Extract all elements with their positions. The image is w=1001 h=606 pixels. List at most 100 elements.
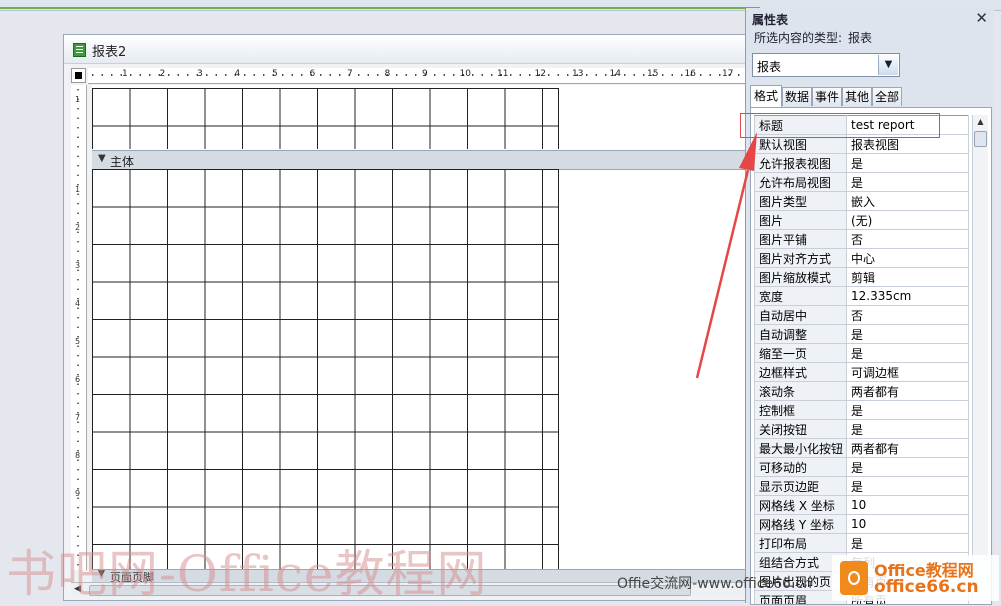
property-value[interactable]: 中心 <box>846 248 969 268</box>
property-name[interactable]: 网格线 X 坐标 <box>754 495 847 515</box>
property-row[interactable]: 图片平铺否 <box>754 229 969 249</box>
property-row[interactable]: 自动居中否 <box>754 305 969 325</box>
section-bar-detail[interactable]: ▼ 主体 <box>92 150 764 170</box>
property-row[interactable]: 打印布局是 <box>754 533 969 553</box>
tab-data[interactable]: 数据 <box>782 87 812 106</box>
ruler-number: 3 <box>197 69 203 79</box>
property-value[interactable]: 是 <box>846 324 969 344</box>
property-sheet: 属性表 ✕ 所选内容的类型: 报表 报表 ▼ 格式 数据 事件 其他 全部 标题 t… <box>745 8 994 605</box>
property-name[interactable]: 边框样式 <box>754 362 847 382</box>
property-name[interactable]: 宽度 <box>754 286 847 306</box>
property-name[interactable]: 允许报表视图 <box>754 153 847 173</box>
property-name[interactable]: 可移动的 <box>754 457 847 477</box>
property-value[interactable]: 10 <box>846 495 969 515</box>
design-canvas[interactable]: ▼ 主体 <box>92 85 764 570</box>
property-row[interactable]: 滚动条 两者都有 <box>754 381 969 401</box>
property-name[interactable]: 滚动条 <box>754 381 847 401</box>
property-name[interactable]: 自动居中 <box>754 305 847 325</box>
vertical-ruler[interactable]: 1 1 2 3 4 5 6 7 8 9 <box>71 85 87 570</box>
property-row[interactable]: 网格线 Y 坐标 10 <box>754 514 969 534</box>
property-name[interactable]: 图片类型 <box>754 191 847 211</box>
property-value[interactable]: 剪辑 <box>846 267 969 287</box>
property-row[interactable]: 网格线 X 坐标 10 <box>754 495 969 515</box>
property-row[interactable]: 最大最小化按钮 两者都有 <box>754 438 969 458</box>
property-name[interactable]: 打印布局 <box>754 533 847 553</box>
chevron-down-icon[interactable]: ▼ <box>878 55 898 75</box>
office-logo-icon <box>840 561 868 595</box>
property-value[interactable]: 10 <box>846 514 969 534</box>
page-header-grid[interactable] <box>92 88 559 149</box>
property-name[interactable]: 图片缩放模式 <box>754 267 847 287</box>
property-name[interactable]: 图片 <box>754 210 847 230</box>
property-value[interactable]: 否 <box>846 305 969 325</box>
ruler-number: 16 <box>684 69 696 79</box>
report-design-window[interactable]: 报表2 1 2 3 4 5 6 7 8 9 10 11 12 13 14 15 16 17 1123456789… <box>63 34 765 601</box>
ruler-number: 1 <box>75 185 81 194</box>
property-row[interactable]: 边框样式 可调边框 <box>754 362 969 382</box>
report-selector-icon[interactable] <box>71 68 86 83</box>
property-value[interactable]: 是 <box>846 419 969 439</box>
badge-line2: office66.cn <box>874 577 979 597</box>
property-value[interactable]: 12.335cm <box>846 286 969 306</box>
tab-other[interactable]: 其他 <box>842 87 872 106</box>
property-value[interactable]: 是 <box>846 400 969 420</box>
property-value[interactable]: 是 <box>846 476 969 496</box>
property-row[interactable]: 图片 (无) <box>754 210 969 230</box>
property-name[interactable]: 图片对齐方式 <box>754 248 847 268</box>
close-icon[interactable]: ✕ <box>975 9 988 27</box>
property-row[interactable]: 关闭按钮是 <box>754 419 969 439</box>
ruler-number: 12 <box>534 69 546 79</box>
property-row[interactable]: 图片缩放模式 剪辑 <box>754 267 969 287</box>
property-name[interactable]: 显示页边距 <box>754 476 847 496</box>
property-name[interactable]: 自动调整 <box>754 324 847 344</box>
property-value[interactable]: 否 <box>846 229 969 249</box>
property-row[interactable]: 图片类型 嵌入 <box>754 191 969 211</box>
property-row[interactable]: 缩至一页是 <box>754 343 969 363</box>
ruler-number: 14 <box>609 69 621 79</box>
property-name[interactable]: 允许布局视图 <box>754 172 847 192</box>
section-label-detail: 主体 <box>110 155 135 169</box>
vertical-scrollbar[interactable]: ▲ <box>972 115 988 601</box>
detail-grid[interactable] <box>92 169 559 569</box>
scroll-up-icon[interactable]: ▲ <box>973 115 988 129</box>
property-name[interactable]: 控制框 <box>754 400 847 420</box>
ruler-number: 10 <box>459 69 471 79</box>
property-name[interactable]: 最大最小化按钮 <box>754 438 847 458</box>
property-name[interactable]: 缩至一页 <box>754 343 847 363</box>
property-value[interactable]: 两者都有 <box>846 381 969 401</box>
property-row[interactable]: 图片对齐方式 中心 <box>754 248 969 268</box>
scroll-thumb[interactable] <box>974 131 987 147</box>
ruler-number: 8 <box>384 69 391 79</box>
property-name[interactable]: 网格线 Y 坐标 <box>754 514 847 534</box>
property-row[interactable]: 宽度 12.335cm <box>754 286 969 306</box>
property-row[interactable]: 允许报表视图是 <box>754 153 969 173</box>
property-name[interactable]: 关闭按钮 <box>754 419 847 439</box>
property-value[interactable]: 可调边框 <box>846 362 969 382</box>
site-badge: Office教程网 office66.cn <box>832 555 999 601</box>
property-row[interactable]: 可移动的是 <box>754 457 969 477</box>
section-arrow-icon: ▼ <box>98 153 106 164</box>
property-value[interactable]: 是 <box>846 153 969 173</box>
property-value[interactable]: 嵌入 <box>846 191 969 211</box>
tab-event[interactable]: 事件 <box>812 87 842 106</box>
ruler-number: 1 <box>75 95 81 104</box>
property-row[interactable]: 控制框是 <box>754 400 969 420</box>
property-value[interactable]: 是 <box>846 457 969 477</box>
property-value[interactable]: 是 <box>846 533 969 553</box>
property-value[interactable]: 是 <box>846 172 969 192</box>
ruler-number: 4 <box>234 69 241 79</box>
property-row[interactable]: 自动调整是 <box>754 324 969 344</box>
tab-all[interactable]: 全部 <box>872 87 902 106</box>
property-value[interactable]: (无) <box>846 210 969 230</box>
selection-type: 所选内容的类型: 报表 <box>754 29 872 46</box>
horizontal-ruler[interactable]: 1 2 3 4 5 6 7 8 9 10 11 12 13 14 15 16 17 <box>88 68 764 84</box>
watermark-text: 书吧网-Office教程网 <box>6 545 488 603</box>
tab-format[interactable]: 格式 <box>750 85 782 107</box>
report-tab[interactable]: 报表2 <box>64 35 764 64</box>
property-value[interactable]: 是 <box>846 343 969 363</box>
object-selector[interactable]: 报表 ▼ <box>752 53 900 77</box>
property-row[interactable]: 允许布局视图是 <box>754 172 969 192</box>
property-value[interactable]: 两者都有 <box>846 438 969 458</box>
property-row[interactable]: 显示页边距是 <box>754 476 969 496</box>
property-name[interactable]: 图片平铺 <box>754 229 847 249</box>
